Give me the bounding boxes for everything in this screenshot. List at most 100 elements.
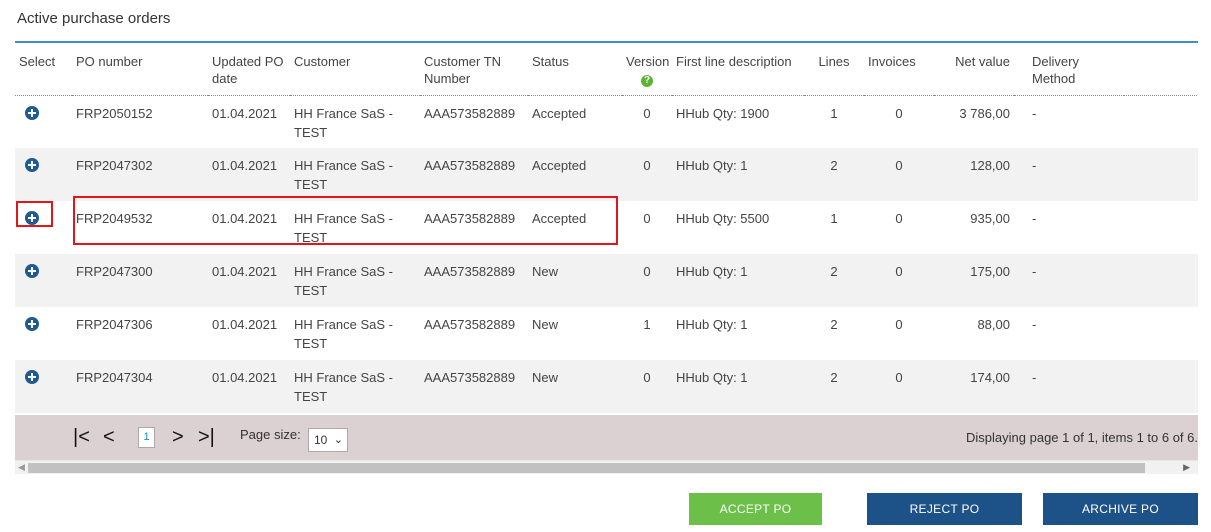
col-header-po-number[interactable]: PO number [72, 43, 208, 96]
col-header-lines[interactable]: Lines [804, 43, 864, 96]
preview-link[interactable]: Preview [1124, 360, 1198, 413]
table-row[interactable]: FRP2050152 01.04.2021 HH France SaS - TEST… [15, 95, 1198, 148]
plus-circle-icon[interactable] [25, 264, 39, 278]
version-cell: 0 [643, 211, 651, 226]
col-header-actions [1124, 43, 1198, 96]
col-header-select[interactable]: Select [15, 43, 72, 96]
panel-title: Active purchase orders [17, 10, 171, 27]
preview-link[interactable]: Preview [1124, 148, 1198, 201]
page-size-select[interactable]: 10 ⌄ [308, 428, 348, 452]
first-line-cell: HHub Qty: 1 [672, 254, 804, 307]
next-page-icon[interactable]: > [172, 426, 184, 448]
po-number-cell: FRP2047302 [72, 148, 208, 201]
question-circle-icon[interactable]: ? [641, 75, 653, 87]
invoices-link[interactable]: 0 [864, 254, 934, 307]
first-line-cell: HHub Qty: 1 [672, 148, 804, 201]
reject-po-button[interactable]: REJECT PO [867, 493, 1022, 525]
customer-cell: HH France SaS - TEST [294, 105, 393, 140]
pager-info: Displaying page 1 of 1, items 1 to 6 of … [966, 430, 1198, 445]
plus-circle-icon[interactable] [25, 317, 39, 331]
first-line-cell: HHub Qty: 1 [676, 317, 748, 332]
delivery-cell: - [1014, 148, 1124, 201]
updated-date-cell: 01.04.2021 [208, 148, 290, 201]
col-header-version-label: Version [626, 54, 670, 69]
current-page-button[interactable]: 1 [138, 427, 155, 448]
version-cell: 0 [643, 105, 651, 121]
archive-po-button[interactable]: ARCHIVE PO [1043, 493, 1198, 525]
horizontal-scrollbar[interactable]: ◀ ▶ [15, 460, 1198, 474]
net-value-cell: 174,00 [934, 360, 1014, 413]
grid-header-row: Select PO number Updated PO date Custome… [15, 43, 1198, 96]
first-line-cell: HHub Qty: 5500 [676, 211, 770, 226]
po-number-cell: FRP2047304 [72, 360, 208, 413]
first-page-icon[interactable]: |< [73, 426, 90, 448]
col-header-first-line[interactable]: First line description [672, 43, 804, 96]
scroll-right-icon[interactable]: ▶ [1183, 462, 1190, 473]
col-header-net-value[interactable]: Net value [934, 43, 1014, 96]
table-row[interactable]: FRP2047302 01.04.2021 HH France SaS - TEST… [15, 148, 1198, 201]
delivery-cell: - [1032, 317, 1037, 332]
col-header-status[interactable]: Status [528, 43, 622, 96]
col-header-updated-date[interactable]: Updated PO date [208, 43, 290, 96]
select-cell [15, 254, 72, 307]
highlight-box-row-fields [73, 196, 618, 245]
lines-cell: 2 [804, 360, 864, 413]
version-cell: 0 [622, 360, 672, 413]
lines-cell: 2 [804, 148, 864, 201]
status-cell: Accepted [528, 148, 622, 201]
highlight-box-expand-button [16, 201, 53, 227]
col-header-customer[interactable]: Customer [290, 43, 420, 96]
version-cell: 1 [643, 317, 651, 332]
col-header-invoices[interactable]: Invoices [864, 43, 934, 96]
select-cell [15, 360, 72, 413]
delivery-cell: - [1014, 254, 1124, 307]
customer-tn-cell: AAA573582889 [424, 317, 516, 332]
invoices-link[interactable]: 0 [864, 360, 934, 413]
plus-circle-icon[interactable] [25, 158, 39, 172]
select-cell [15, 95, 72, 148]
plus-circle-icon[interactable] [25, 105, 39, 120]
plus-circle-icon[interactable] [25, 370, 39, 384]
col-header-delivery[interactable]: Delivery Method [1014, 43, 1124, 96]
scroll-left-icon[interactable]: ◀ [18, 462, 25, 473]
status-cell: New [532, 317, 559, 332]
table-row[interactable]: FRP2047300 01.04.2021 HH France SaS - TEST… [15, 254, 1198, 307]
prev-page-icon[interactable]: < [103, 426, 115, 448]
updated-date-cell: 01.04.2021 [212, 317, 278, 332]
first-line-cell: HHub Qty: 1 [672, 360, 804, 413]
po-number-cell: FRP2047300 [72, 254, 208, 307]
page-size-label: Page size: [240, 427, 301, 442]
status-cell: New [528, 254, 622, 307]
invoices-link[interactable]: 0 [864, 307, 934, 360]
customer-tn-cell: AAA573582889 [420, 254, 528, 307]
invoices-link[interactable]: 0 [864, 95, 934, 148]
net-value-cell: 3 786,00 [959, 105, 1010, 121]
last-page-icon[interactable]: >| [198, 426, 215, 448]
version-cell: 0 [622, 148, 672, 201]
preview-link[interactable]: Preview [1124, 254, 1198, 307]
lines-cell: 1 [830, 105, 838, 121]
col-header-version[interactable]: Version ? [622, 43, 672, 96]
table-row[interactable]: FRP2047306 01.04.2021 HH France SaS - TEST… [15, 307, 1198, 360]
net-value-cell: 935,00 [970, 211, 1010, 226]
delivery-cell: - [1032, 105, 1037, 121]
preview-link[interactable]: Preview [1124, 95, 1198, 148]
updated-date-cell: 01.04.2021 [208, 360, 290, 413]
customer-cell: HH France SaS - TEST [290, 148, 420, 201]
accept-po-button[interactable]: ACCEPT PO [689, 493, 822, 525]
first-line-cell: HHub Qty: 1900 [676, 105, 770, 121]
po-number-cell: FRP2047306 [76, 317, 153, 332]
updated-date-cell: 01.04.2021 [212, 105, 278, 121]
invoices-link[interactable]: 0 [864, 201, 934, 254]
page-size-value: 10 [314, 433, 328, 447]
delivery-cell: - [1014, 360, 1124, 413]
customer-tn-cell: AAA573582889 [420, 360, 528, 413]
invoices-link[interactable]: 0 [864, 148, 934, 201]
preview-link[interactable]: Preview [1124, 307, 1198, 360]
scrollbar-thumb[interactable] [28, 463, 1145, 473]
preview-link[interactable]: Preview [1124, 201, 1198, 254]
table-row[interactable]: FRP2047304 01.04.2021 HH France SaS - TEST… [15, 360, 1198, 413]
customer-cell: HH France SaS - TEST [294, 317, 393, 351]
col-header-customer-tn[interactable]: Customer TN Number [420, 43, 528, 96]
select-cell [15, 307, 72, 360]
